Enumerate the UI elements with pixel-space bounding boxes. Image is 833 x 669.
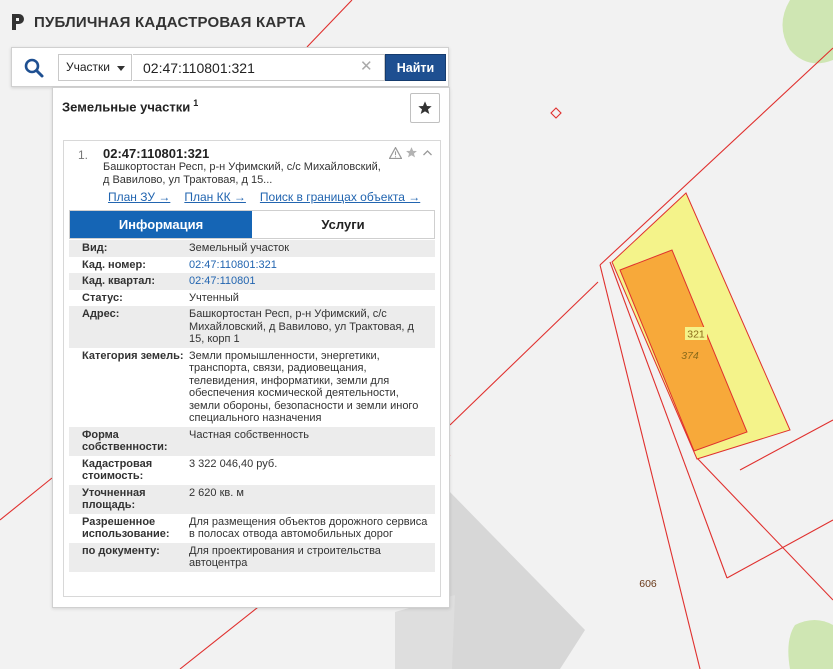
- result-card[interactable]: 1. 02:47:110801:321 Башкортостан Респ, р…: [63, 140, 441, 597]
- info-value: 2 620 кв. м: [189, 486, 244, 499]
- map-boundary: [306, 0, 353, 48]
- info-label: Адрес:: [82, 308, 120, 320]
- results-panel: Земельные участки 1 1. 02:47:110801:321 Б…: [52, 87, 450, 608]
- map-point-marker[interactable]: [550, 107, 562, 119]
- info-label: Разрешенное использование:: [82, 515, 170, 541]
- star-icon: [418, 101, 432, 114]
- result-actions: [389, 146, 434, 159]
- info-row: Кад. квартал: 02:47:110801: [69, 273, 435, 290]
- map-building-gray: [448, 490, 585, 669]
- info-value: Частная собственность: [189, 428, 310, 441]
- info-label: Кад. номер:: [82, 258, 146, 271]
- search-type-label: Участки: [66, 60, 110, 74]
- panel-title: Земельные участки 1: [62, 98, 198, 114]
- result-count: 1: [193, 98, 199, 108]
- cadastral-number-link[interactable]: 02:47:110801:321: [189, 259, 435, 272]
- search-bar: Участки ✕ Найти: [11, 47, 449, 87]
- result-address: Башкортостан Респ, р-н Уфимский, с/с Мих…: [103, 161, 381, 186]
- result-links: План ЗУ → План КК → Поиск в границах объ…: [108, 190, 420, 204]
- info-value: Для размещения объектов дорожного сервис…: [189, 515, 428, 541]
- clear-icon[interactable]: ✕: [360, 59, 373, 75]
- info-label: Форма собственности:: [82, 428, 168, 454]
- info-row: Уточненная площадь: 2 620 кв. м: [69, 484, 435, 514]
- app-header: ПУБЛИЧНАЯ КАДАСТРОВАЯ КАРТА: [10, 12, 306, 32]
- info-label: Кад. квартал:: [82, 275, 156, 287]
- info-value: Башкортостан Респ, р-н Уфимский, с/с Мих…: [189, 308, 414, 345]
- map-boundary: [449, 281, 599, 426]
- map-boundary: [696, 457, 833, 601]
- info-value: Для проектирования и строительства автоц…: [189, 544, 381, 570]
- favorites-button[interactable]: [410, 93, 440, 123]
- plan-zu-link[interactable]: План ЗУ →: [108, 190, 170, 204]
- collapse-chevron-icon[interactable]: [421, 147, 434, 159]
- info-value: Земельный участок: [189, 242, 290, 254]
- info-row: Форма собственности: Частная собственнос…: [69, 426, 435, 456]
- info-label: Уточненная площадь:: [82, 486, 146, 512]
- info-row: Категория земель: Земли промышленности, …: [69, 347, 435, 427]
- chevron-down-icon: [117, 66, 125, 71]
- info-row: Адрес: Башкортостан Респ, р-н Уфимский, …: [69, 306, 435, 348]
- info-row: Вид: Земельный участок: [69, 240, 435, 257]
- panel-title-text: Земельные участки: [62, 99, 191, 115]
- search-button[interactable]: Найти: [385, 54, 446, 81]
- info-row: Статус: Учтенный: [69, 289, 435, 306]
- info-label: Вид:: [82, 242, 108, 254]
- tab-information[interactable]: Информация: [70, 211, 252, 238]
- search-icon[interactable]: [23, 57, 45, 79]
- result-tabs: Информация Услуги: [69, 210, 435, 239]
- info-value: Земли промышленности, энергетики, трансп…: [189, 349, 419, 425]
- map-label-374: 374: [681, 350, 699, 362]
- info-row: Кад. номер: 02:47:110801:321: [69, 256, 435, 273]
- warning-icon[interactable]: [389, 146, 402, 159]
- star-icon[interactable]: [405, 146, 418, 159]
- info-row: Кадастровая стоимость: 3 322 046,40 руб.: [69, 455, 435, 485]
- rosreestr-logo-icon: [12, 14, 24, 30]
- map-boundary: [726, 519, 833, 579]
- app-title: ПУБЛИЧНАЯ КАДАСТРОВАЯ КАРТА: [34, 13, 306, 31]
- info-label: Статус:: [82, 291, 123, 304]
- map-greenery-2: [788, 620, 833, 669]
- info-row: Разрешенное использование: Для размещени…: [69, 513, 435, 543]
- tab-services[interactable]: Услуги: [252, 211, 434, 238]
- info-value: 3 322 046,40 руб.: [189, 457, 278, 470]
- map-boundary: [0, 477, 53, 521]
- search-in-bounds-link[interactable]: Поиск в границах объекта →: [260, 190, 420, 204]
- info-value: Учтенный: [189, 291, 239, 304]
- map-greenery: [782, 0, 833, 64]
- map-label-606: 606: [639, 578, 657, 590]
- map-boundary: [599, 47, 833, 266]
- cadastral-quarter-link[interactable]: 02:47:110801: [189, 275, 435, 288]
- map-label-321: 321: [687, 329, 705, 341]
- info-table: Вид: Земельный участок Кад. номер: 02:47…: [69, 240, 435, 572]
- info-label: Кадастровая стоимость:: [82, 457, 153, 483]
- info-row: по документу: Для проектирования и строи…: [69, 542, 435, 572]
- result-cadastral-number[interactable]: 02:47:110801:321: [103, 146, 209, 161]
- info-label: Категория земель:: [82, 349, 184, 362]
- result-index: 1.: [78, 148, 89, 162]
- search-type-dropdown[interactable]: Участки: [58, 54, 132, 81]
- search-input[interactable]: [133, 54, 385, 81]
- info-label: по документу:: [82, 544, 160, 557]
- plan-kk-link[interactable]: План КК →: [184, 190, 246, 204]
